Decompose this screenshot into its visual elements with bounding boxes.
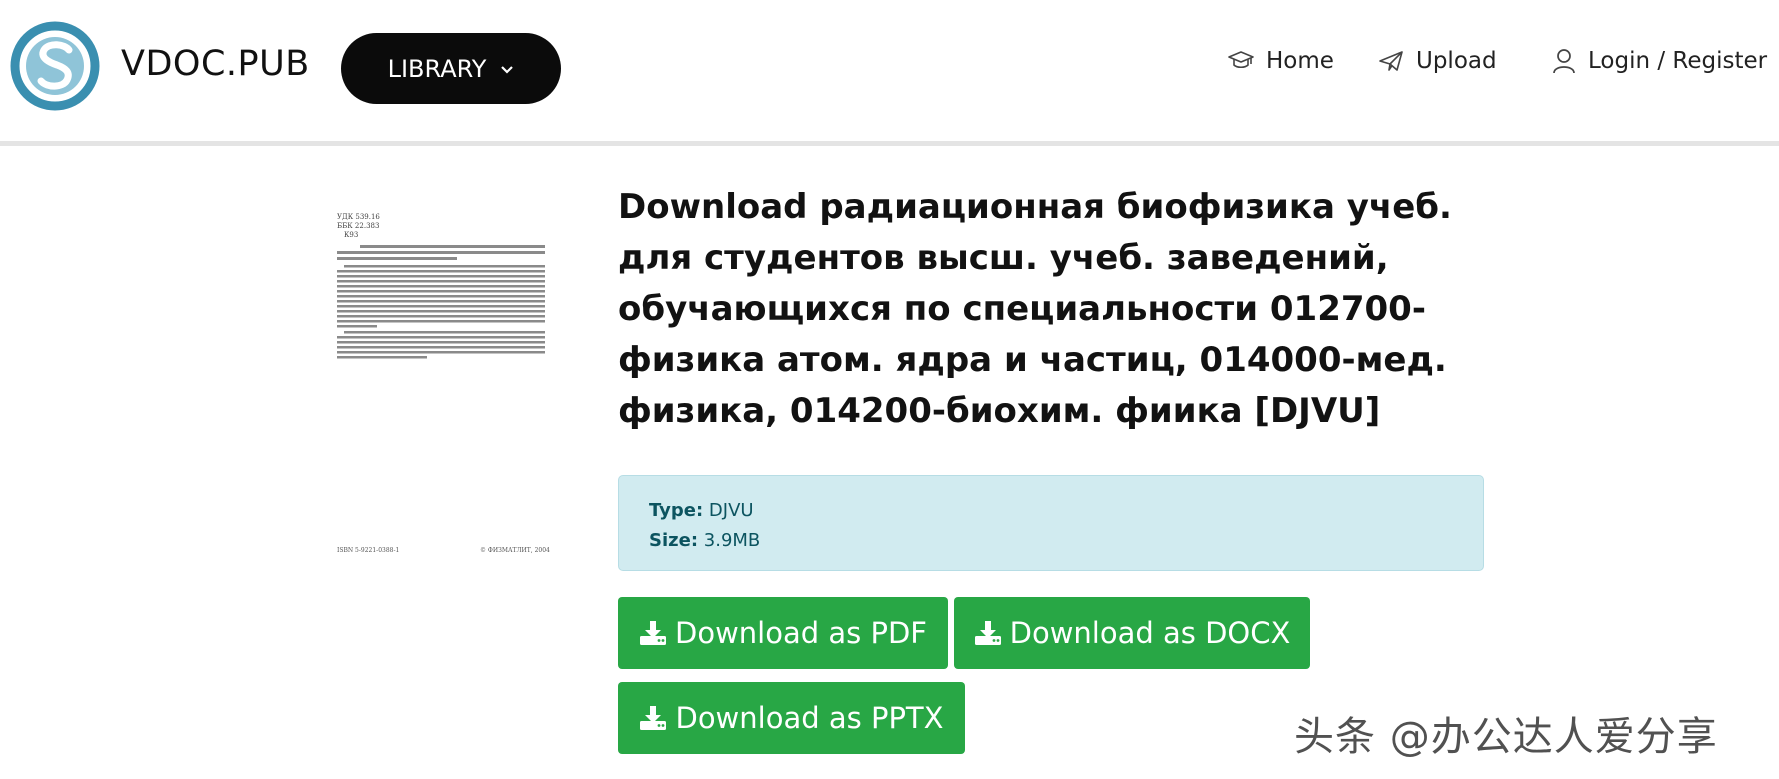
file-size-row: Size: 3.9MB <box>649 526 1453 556</box>
nav-home-label: Home <box>1266 48 1334 74</box>
cover-line-3: К93 <box>344 231 358 239</box>
file-type-label: Type: <box>649 500 704 521</box>
nav-upload-link[interactable]: Upload <box>1378 46 1497 76</box>
nav-login-label: Login / Register <box>1588 48 1768 74</box>
download-docx-label: Download as DOCX <box>1009 616 1291 650</box>
library-menu-button[interactable]: LIBRARY <box>341 33 561 104</box>
file-type-value: DJVU <box>708 500 754 521</box>
download-pdf-label: Download as PDF <box>675 616 927 650</box>
header-divider <box>0 141 1779 146</box>
download-pdf-button[interactable]: Download as PDF <box>618 597 948 669</box>
page-title: Download радиационная биофизика учеб. дл… <box>618 187 1452 431</box>
nav-home-link[interactable]: Home <box>1228 46 1334 76</box>
book-cover-thumbnail[interactable]: УДК 539.16 ББК 22.383 К93 ISBN 5-9221-03… <box>330 205 555 570</box>
site-header: VDOC.PUB LIBRARY Home Upload Login / Reg… <box>0 0 1779 141</box>
chevron-down-icon <box>500 59 514 80</box>
user-icon <box>1553 49 1575 74</box>
nav-login-link[interactable]: Login / Register <box>1552 46 1767 76</box>
paper-plane-icon <box>1379 51 1403 71</box>
cover-line-1: УДК 539.16 <box>337 213 380 221</box>
file-info-box: Type: DJVU Size: 3.9MB <box>618 475 1484 571</box>
site-logo-text[interactable]: VDOC.PUB <box>121 44 310 84</box>
download-icon <box>974 621 1001 645</box>
nav-upload-label: Upload <box>1416 48 1497 74</box>
file-size-value: 3.9MB <box>703 530 761 551</box>
watermark-text: 头条 @办公达人爱分享 <box>1294 714 1718 760</box>
page: VDOC.PUB LIBRARY Home Upload Login / Reg… <box>0 0 1779 779</box>
vdoc-logo-icon[interactable] <box>9 20 101 112</box>
download-icon <box>640 706 667 730</box>
cover-copyright: © ФИЗМАТЛИТ, 2004 <box>480 547 550 554</box>
cover-isbn: ISBN 5-9221-0388-1 <box>337 547 399 554</box>
cover-line-2: ББК 22.383 <box>337 222 379 230</box>
download-docx-button[interactable]: Download as DOCX <box>954 597 1310 669</box>
download-icon <box>640 621 667 645</box>
graduation-cap-icon <box>1228 51 1254 69</box>
file-type-row: Type: DJVU <box>649 496 1453 526</box>
download-pptx-label: Download as PPTX <box>675 701 944 735</box>
download-pptx-button[interactable]: Download as PPTX <box>618 682 965 754</box>
library-label: LIBRARY <box>387 54 487 83</box>
file-size-label: Size: <box>649 530 699 551</box>
